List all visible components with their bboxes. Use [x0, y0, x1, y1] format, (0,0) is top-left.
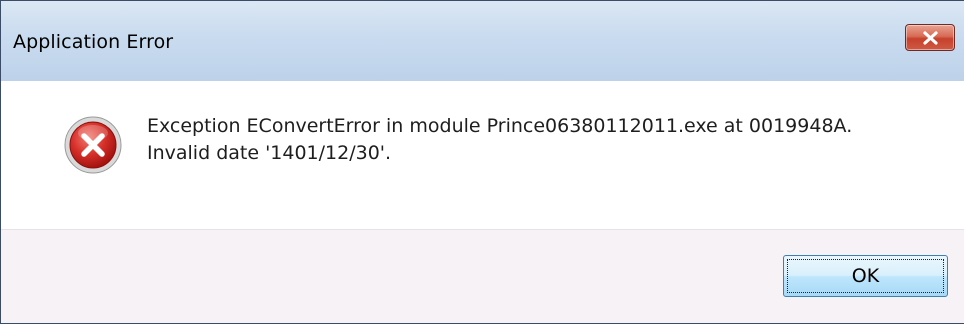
window-title: Application Error	[13, 31, 174, 53]
error-message-line-2: Invalid date '1401/12/30'.	[147, 142, 392, 164]
error-message: Exception EConvertError in module Prince…	[147, 113, 852, 167]
error-message-line-1: Exception EConvertError in module Prince…	[147, 115, 853, 137]
ok-button-label: OK	[851, 265, 880, 287]
error-icon	[64, 116, 122, 174]
button-bar: OK	[1, 229, 964, 323]
ok-button[interactable]: OK	[783, 255, 948, 297]
close-button[interactable]	[905, 24, 955, 51]
message-area: Exception EConvertError in module Prince…	[1, 81, 964, 229]
close-icon	[923, 31, 938, 45]
title-bar[interactable]: Application Error	[1, 1, 964, 81]
application-error-dialog: Application Error Exception EConvertErro…	[0, 0, 964, 324]
